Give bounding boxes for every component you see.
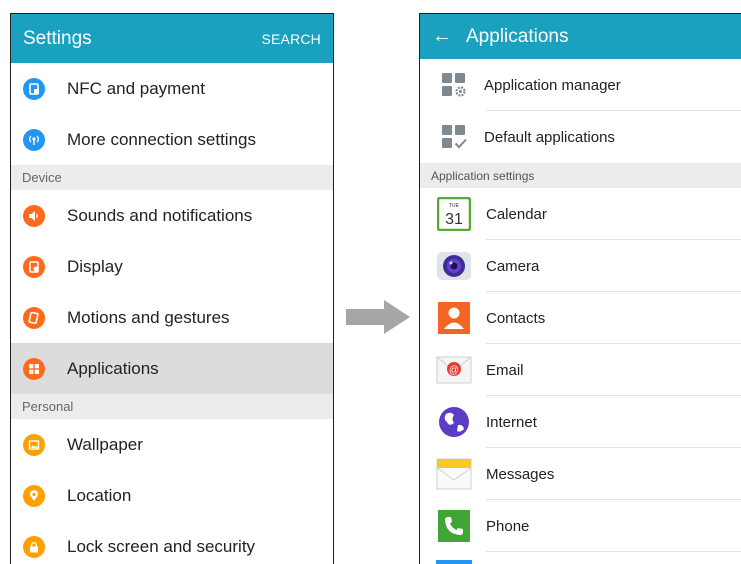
display-icon <box>23 255 45 278</box>
settings-item-location[interactable]: Location <box>11 470 333 521</box>
app-item-messages[interactable]: Messages <box>420 448 741 500</box>
settings-item-applications[interactable]: Applications <box>11 343 333 394</box>
app-label: Calendar <box>486 205 547 223</box>
contacts-icon <box>436 300 472 336</box>
app-item-calendar[interactable]: TUE 31 Calendar <box>420 188 741 240</box>
app-item-contacts[interactable]: Contacts <box>420 292 741 344</box>
connection-icon <box>23 128 45 151</box>
section-header-personal: Personal <box>11 394 333 419</box>
app-label: Contacts <box>486 309 546 327</box>
calendar-icon: TUE 31 <box>436 196 472 232</box>
nfc-icon <box>23 77 45 100</box>
settings-item-label: Lock screen and security <box>67 536 256 556</box>
app-item-phone[interactable]: Phone <box>420 500 741 552</box>
settings-item-label: Motions and gestures <box>67 307 230 327</box>
app-manager-icon <box>442 73 466 97</box>
settings-item-label: Wallpaper <box>67 434 143 454</box>
app-manager-item[interactable]: Application manager <box>420 59 741 111</box>
applications-screen: ← Applications Application manager Defau… <box>419 13 741 564</box>
app-label: Internet <box>486 413 537 431</box>
motion-icon <box>23 306 45 329</box>
settings-item-lock-screen[interactable]: Lock screen and security <box>11 521 333 564</box>
app-item-internet[interactable]: Internet <box>420 396 741 448</box>
svg-text:@: @ <box>449 365 459 376</box>
section-header-app-settings: Application settings <box>420 163 741 188</box>
right-arrow-icon <box>346 300 410 334</box>
app-label: Phone <box>486 517 530 535</box>
settings-item-sounds[interactable]: Sounds and notifications <box>11 190 333 241</box>
messages-icon <box>436 456 472 492</box>
wallpaper-icon <box>23 433 45 456</box>
email-icon: @ <box>436 352 472 388</box>
page-title: Applications <box>466 25 569 47</box>
sound-icon <box>23 204 45 227</box>
settings-item-motions[interactable]: Motions and gestures <box>11 292 333 343</box>
settings-item-more-connection[interactable]: More connection settings <box>11 114 333 165</box>
calendar-weekday: TUE <box>449 203 460 209</box>
applications-icon <box>23 357 45 380</box>
settings-item-wallpaper[interactable]: Wallpaper <box>11 419 333 470</box>
settings-app-bar: Settings SEARCH <box>11 14 333 63</box>
app-label: Camera <box>486 257 540 275</box>
internet-icon <box>436 404 472 440</box>
settings-item-label: Location <box>67 485 132 505</box>
settings-screen: Settings SEARCH NFC and payment More con… <box>10 13 334 564</box>
settings-item-label: NFC and payment <box>67 78 205 98</box>
settings-item-label: Applications <box>67 358 159 378</box>
app-label: Email <box>486 361 524 379</box>
camera-icon <box>436 248 472 284</box>
back-arrow-icon[interactable]: ← <box>432 25 452 48</box>
default-apps-icon <box>442 125 467 149</box>
settings-item-label: Sounds and notifications <box>67 205 253 225</box>
section-header-device: Device <box>11 165 333 190</box>
partial-app-icon <box>436 560 472 564</box>
phone-icon <box>436 508 472 544</box>
lock-icon <box>23 535 45 558</box>
app-item-email[interactable]: @ Email <box>420 344 741 396</box>
default-applications-item[interactable]: Default applications <box>420 111 741 163</box>
search-button[interactable]: SEARCH <box>261 31 321 47</box>
page-title: Settings <box>23 27 92 49</box>
default-apps-label: Default applications <box>484 128 615 146</box>
settings-item-label: More connection settings <box>67 129 256 149</box>
location-icon <box>23 484 45 507</box>
app-item-camera[interactable]: Camera <box>420 240 741 292</box>
settings-item-nfc[interactable]: NFC and payment <box>11 63 333 114</box>
settings-item-display[interactable]: Display <box>11 241 333 292</box>
applications-app-bar: ← Applications <box>420 14 741 59</box>
app-label: Messages <box>486 465 555 483</box>
settings-item-label: Display <box>67 256 123 276</box>
calendar-day: 31 <box>445 211 463 228</box>
app-manager-label: Application manager <box>484 76 621 94</box>
